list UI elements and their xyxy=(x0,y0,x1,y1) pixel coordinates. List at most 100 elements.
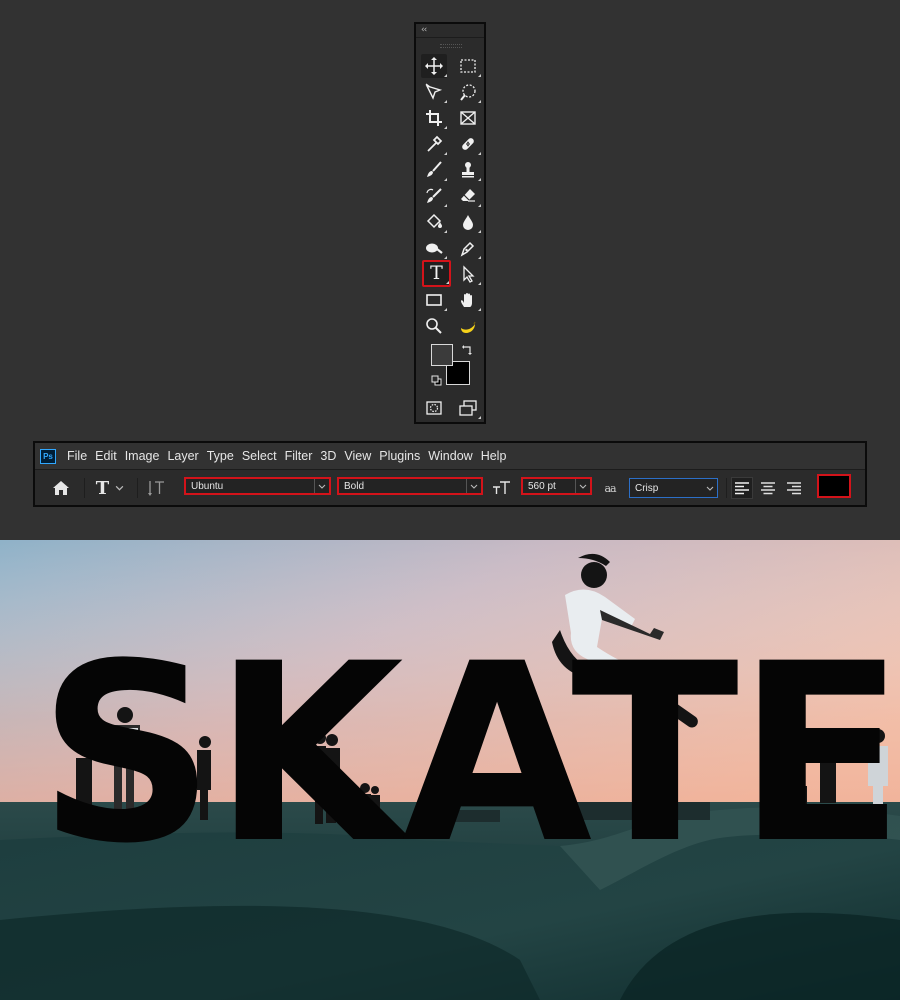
font-family-value: Ubuntu xyxy=(191,480,224,492)
screen-mode-icon xyxy=(459,400,477,416)
stamp-icon xyxy=(462,162,474,178)
swap-colors-icon[interactable] xyxy=(461,344,473,356)
move-icon xyxy=(425,57,443,75)
document-canvas[interactable]: SKATE xyxy=(0,540,900,1000)
crop-tool[interactable] xyxy=(421,106,447,130)
tools-panel: ‹‹ T xyxy=(414,22,486,424)
text-color-swatch[interactable] xyxy=(817,474,851,498)
marquee-icon xyxy=(460,59,476,73)
font-family-select[interactable]: Ubuntu xyxy=(184,477,331,495)
font-size-value: 560 pt xyxy=(528,480,556,492)
text-orientation-icon xyxy=(148,481,164,496)
banana-icon xyxy=(461,321,476,333)
font-style-select[interactable]: Bold xyxy=(337,477,483,495)
chevron-down-icon xyxy=(466,479,481,493)
history-brush-tool[interactable] xyxy=(421,184,447,208)
menu-help[interactable]: Help xyxy=(477,449,511,463)
menu-3d[interactable]: 3D xyxy=(316,449,340,463)
antialias-value: Crisp xyxy=(635,482,659,494)
align-center-button[interactable] xyxy=(757,477,779,499)
font-style-value: Bold xyxy=(344,480,365,492)
blur-icon xyxy=(463,215,473,230)
path-select-icon xyxy=(463,265,475,283)
screen-mode-tool[interactable] xyxy=(455,396,481,420)
pen-tool[interactable] xyxy=(455,236,481,260)
move-tool[interactable] xyxy=(421,54,447,78)
menu-window[interactable]: Window xyxy=(424,449,476,463)
panel-grip[interactable] xyxy=(440,44,462,48)
lasso-tool[interactable] xyxy=(421,80,447,104)
home-button[interactable] xyxy=(49,477,73,499)
options-divider xyxy=(84,478,85,498)
rectangle-icon xyxy=(426,294,442,306)
artboard-icon xyxy=(425,83,443,100)
font-size-field[interactable]: 560 pt xyxy=(521,477,592,495)
menu-filter[interactable]: Filter xyxy=(281,449,317,463)
banana-tool[interactable] xyxy=(455,314,481,338)
brush-tool[interactable] xyxy=(421,158,447,182)
dodge-icon xyxy=(426,243,443,254)
foreground-color-swatch[interactable] xyxy=(431,344,453,366)
antialias-select[interactable]: Crisp xyxy=(629,478,718,498)
path-select-tool[interactable] xyxy=(455,262,481,286)
healing-tool[interactable] xyxy=(455,132,481,156)
menu-file[interactable]: File xyxy=(63,449,91,463)
tool-preset-picker[interactable]: T xyxy=(93,476,127,500)
paint-bucket-tool[interactable] xyxy=(421,210,447,234)
quick-mask-icon xyxy=(426,401,442,415)
quick-select-icon xyxy=(460,84,476,101)
chevron-down-icon xyxy=(115,485,124,491)
skate-text: SKATE xyxy=(38,612,900,898)
rectangle-tool[interactable] xyxy=(421,288,447,312)
zoom-tool[interactable] xyxy=(421,314,447,338)
quick-select-tool[interactable] xyxy=(455,80,481,104)
type-icon: T xyxy=(430,262,443,284)
menu-image[interactable]: Image xyxy=(121,449,164,463)
menu-view[interactable]: View xyxy=(340,449,375,463)
blur-tool[interactable] xyxy=(455,210,481,234)
default-colors-icon[interactable] xyxy=(431,375,442,386)
collapse-panel-button[interactable]: ‹‹ xyxy=(421,25,427,35)
application-bar: Ps File Edit Image Layer Type Select Fil… xyxy=(33,441,867,507)
skate-text-layer[interactable]: SKATE xyxy=(0,540,900,1000)
options-bar: T Ubuntu Bold 560 pt aa Crisp xyxy=(35,470,865,505)
quick-mask-tool[interactable] xyxy=(421,396,447,420)
eraser-tool[interactable] xyxy=(455,184,481,208)
align-left-icon xyxy=(735,481,749,494)
menu-layer[interactable]: Layer xyxy=(163,449,202,463)
options-divider xyxy=(137,478,138,498)
align-left-button[interactable] xyxy=(731,477,753,499)
chevron-down-icon xyxy=(703,479,717,497)
frame-tool[interactable] xyxy=(455,106,481,130)
eraser-icon xyxy=(461,189,475,202)
antialias-icon: aa xyxy=(604,481,616,495)
pen-icon xyxy=(460,241,475,257)
align-right-icon xyxy=(787,481,801,494)
color-swatches xyxy=(431,344,473,388)
crop-icon xyxy=(426,110,442,126)
frame-icon xyxy=(460,111,476,125)
panel-divider xyxy=(416,37,484,38)
dodge-tool[interactable] xyxy=(421,236,447,260)
menu-edit[interactable]: Edit xyxy=(91,449,121,463)
stamp-tool[interactable] xyxy=(455,158,481,182)
text-orientation-button[interactable] xyxy=(145,476,169,500)
marquee-tool[interactable] xyxy=(455,54,481,78)
history-brush-icon xyxy=(426,188,442,203)
menu-type[interactable]: Type xyxy=(203,449,238,463)
menu-select[interactable]: Select xyxy=(238,449,281,463)
chevron-down-icon xyxy=(575,479,590,493)
eyedropper-tool[interactable] xyxy=(421,132,447,156)
healing-icon xyxy=(462,138,474,150)
antialias-label: aa xyxy=(599,476,621,500)
align-right-button[interactable] xyxy=(783,477,805,499)
hand-icon xyxy=(461,293,472,307)
eyedropper-icon xyxy=(427,135,443,152)
home-icon xyxy=(53,481,69,495)
hand-tool[interactable] xyxy=(455,288,481,312)
type-tool[interactable]: T xyxy=(422,260,451,287)
type-preset-icon: T xyxy=(95,477,110,499)
menu-plugins[interactable]: Plugins xyxy=(375,449,424,463)
photoshop-logo: Ps xyxy=(40,448,56,464)
chevron-down-icon xyxy=(314,479,329,493)
